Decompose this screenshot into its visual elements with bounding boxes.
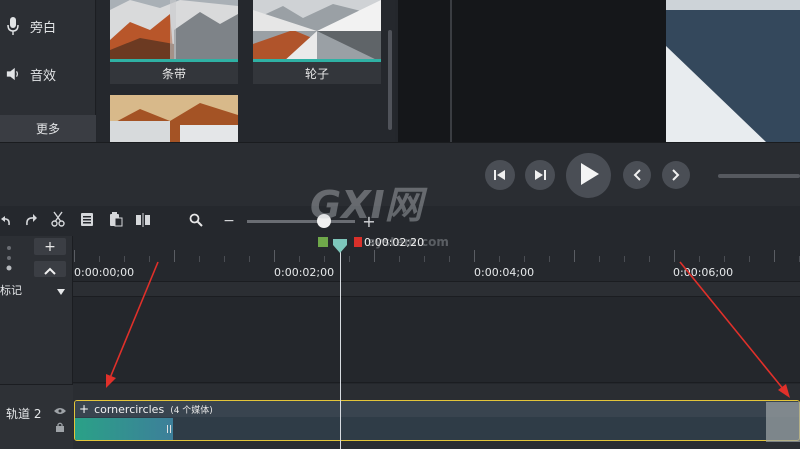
annotation-arrows xyxy=(106,261,790,398)
arrow-left xyxy=(106,261,159,388)
arrow-right xyxy=(679,261,790,398)
